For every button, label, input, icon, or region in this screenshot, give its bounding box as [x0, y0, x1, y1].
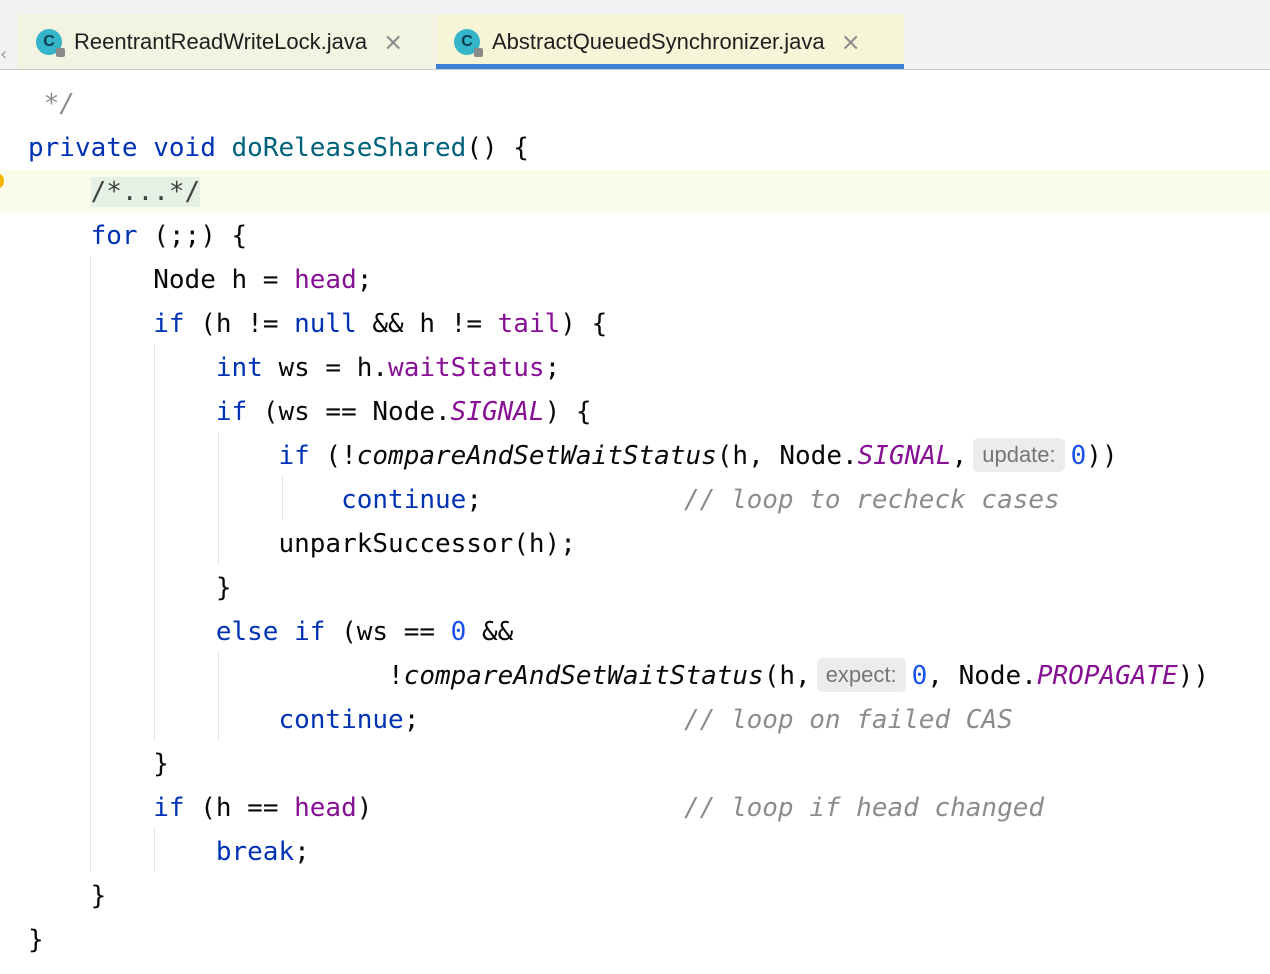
tab-reentrant-read-write-lock[interactable]: C ReentrantReadWriteLock.java ×: [18, 14, 434, 69]
code-line: continue;// loop on failed CAS: [278, 705, 1013, 735]
tab-abstract-queued-synchronizer[interactable]: C AbstractQueuedSynchronizer.java ×: [436, 14, 904, 69]
code-line: private void doReleaseShared() {: [28, 133, 529, 163]
code-editor[interactable]: */ private void doReleaseShared() { /*..…: [0, 70, 1270, 974]
folded-comment[interactable]: /*...*/: [90, 177, 201, 207]
close-icon[interactable]: ×: [841, 30, 861, 54]
code-line: */: [28, 89, 75, 119]
code-line: }: [28, 925, 44, 955]
java-class-icon: C: [36, 28, 65, 57]
code-line: if (ws == Node.SIGNAL) {: [215, 397, 592, 427]
code-line: /*...*/: [28, 170, 201, 214]
code-line: if (h != null && h != tail) {: [153, 309, 608, 339]
java-class-icon: C: [454, 28, 483, 57]
parameter-hint: expect:: [816, 657, 906, 692]
window-top-strip: [0, 0, 1270, 15]
code-line: if (h == head)// loop if head changed: [153, 793, 1045, 823]
close-icon[interactable]: ×: [383, 30, 403, 54]
tab-label: AbstractQueuedSynchronizer.java: [492, 28, 825, 54]
code-line: }: [215, 573, 232, 603]
tabs-scroll-left-icon[interactable]: ‹: [0, 44, 7, 65]
code-line: }: [90, 881, 107, 911]
code-line: int ws = h.waitStatus;: [215, 353, 561, 383]
code-line: Node h = head;: [153, 265, 373, 295]
code-line: else if (ws == 0 &&: [215, 617, 514, 647]
code-line: }: [153, 749, 169, 779]
editor-tab-bar: ‹ C ReentrantReadWriteLock.java × C Abst…: [0, 14, 1270, 70]
parameter-hint: update:: [973, 437, 1065, 472]
code-line: unparkSuccessor(h);: [278, 529, 576, 559]
code-line: if (!compareAndSetWaitStatus(h, Node.SIG…: [28, 434, 1118, 478]
code-line: !compareAndSetWaitStatus(h, expect: 0, Nod…: [28, 654, 1209, 698]
tab-label: ReentrantReadWriteLock.java: [74, 28, 368, 54]
code-line: break;: [215, 837, 310, 867]
code-line: continue;// loop to recheck cases: [341, 485, 1060, 515]
code-line: for (;;) {: [90, 221, 248, 251]
